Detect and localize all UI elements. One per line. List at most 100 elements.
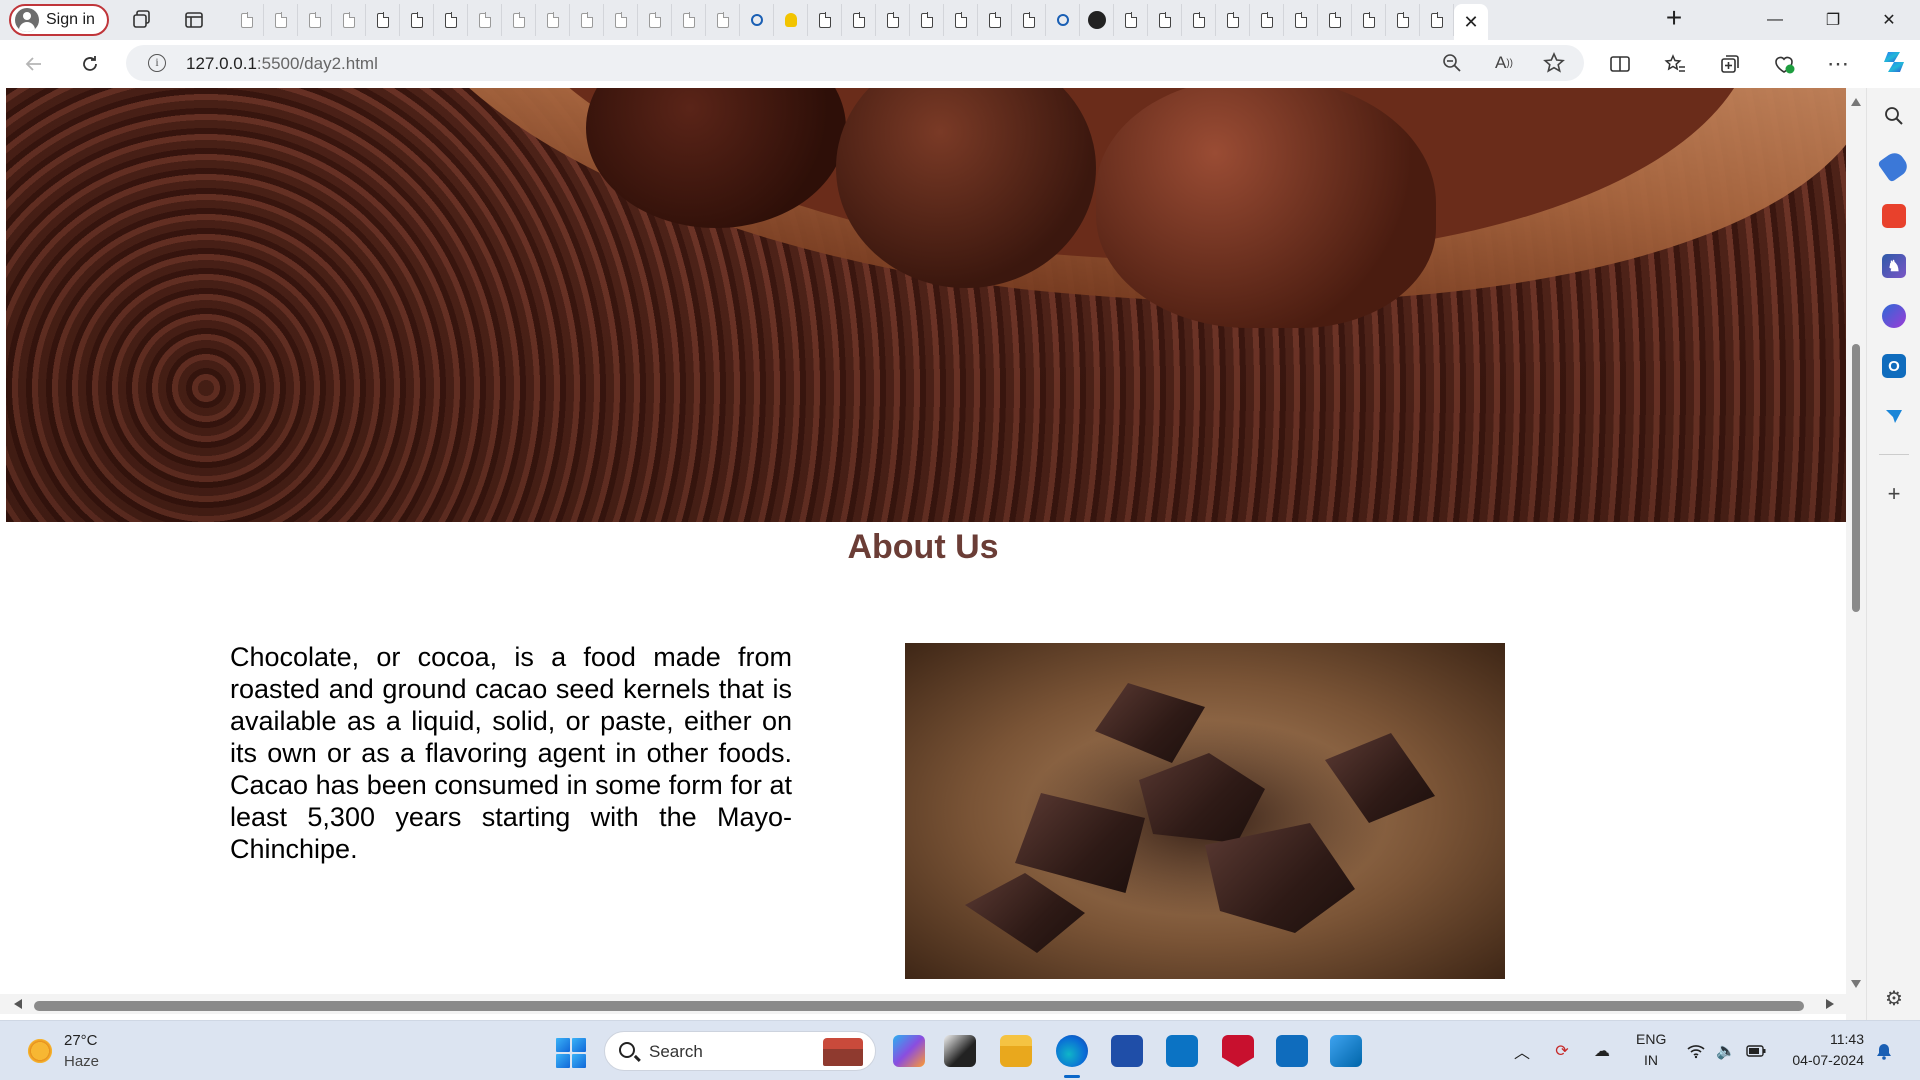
wifi-icon[interactable]: [1686, 1041, 1706, 1061]
minimize-button[interactable]: —: [1752, 6, 1798, 34]
outlook-new-icon[interactable]: [1276, 1035, 1308, 1067]
tab[interactable]: [332, 4, 366, 36]
split-screen-icon[interactable]: [1606, 50, 1634, 78]
input-region-indicator[interactable]: IN: [1636, 1052, 1666, 1068]
vscode-icon[interactable]: [1330, 1035, 1362, 1067]
collections-icon[interactable]: [1716, 50, 1744, 78]
weather-temperature[interactable]: 27°C: [64, 1032, 98, 1049]
favorite-star-icon[interactable]: [1540, 49, 1568, 77]
address-bar[interactable]: i 127.0.0.1:5500/day2.html A)): [126, 45, 1584, 81]
tab[interactable]: [1114, 4, 1148, 36]
tab[interactable]: [672, 4, 706, 36]
new-tab-button[interactable]: +: [1660, 4, 1688, 34]
taskbar-search-box[interactable]: Search: [604, 1031, 876, 1071]
tab[interactable]: [740, 4, 774, 36]
tab[interactable]: [1318, 4, 1352, 36]
network-cloud-icon[interactable]: ☁: [1592, 1041, 1612, 1061]
chess-icon[interactable]: ♞: [1882, 254, 1906, 278]
tab[interactable]: [536, 4, 570, 36]
tab[interactable]: [502, 4, 536, 36]
weather-haze-icon[interactable]: [26, 1037, 54, 1065]
horizontal-scroll-thumb[interactable]: [34, 1001, 1804, 1011]
tab[interactable]: [1420, 4, 1454, 36]
vertical-scroll-thumb[interactable]: [1852, 344, 1860, 612]
back-icon[interactable]: [20, 50, 48, 78]
tab[interactable]: [366, 4, 400, 36]
scroll-left-arrow-icon[interactable]: [14, 999, 22, 1009]
microsoft-store-icon[interactable]: [1111, 1035, 1143, 1067]
tab[interactable]: [264, 4, 298, 36]
tab[interactable]: [1386, 4, 1420, 36]
tab[interactable]: [1352, 4, 1386, 36]
tab[interactable]: [1080, 4, 1114, 36]
task-view-app-icon[interactable]: [944, 1035, 976, 1067]
more-icon[interactable]: ⋯: [1824, 50, 1852, 78]
tab[interactable]: [910, 4, 944, 36]
start-button[interactable]: [556, 1038, 586, 1068]
tab[interactable]: [468, 4, 502, 36]
language-indicator[interactable]: ENG: [1636, 1031, 1666, 1047]
settings-icon[interactable]: ⚙: [1882, 986, 1906, 1010]
clock-date[interactable]: 04-07-2024: [1768, 1052, 1864, 1068]
favorites-icon[interactable]: [1661, 50, 1689, 78]
tab[interactable]: [638, 4, 672, 36]
sync-status-icon[interactable]: ⟳: [1552, 1041, 1572, 1061]
scroll-right-arrow-icon[interactable]: [1826, 999, 1834, 1009]
battery-icon[interactable]: [1746, 1041, 1766, 1061]
tab[interactable]: [706, 4, 740, 36]
dell-app-icon[interactable]: [1166, 1035, 1198, 1067]
edge-browser-icon[interactable]: [1056, 1035, 1088, 1067]
notification-bell-icon[interactable]: [1874, 1041, 1894, 1061]
tab[interactable]: [1148, 4, 1182, 36]
tab[interactable]: [1182, 4, 1216, 36]
add-icon[interactable]: +: [1882, 481, 1906, 506]
tab[interactable]: [434, 4, 468, 36]
tab[interactable]: [842, 4, 876, 36]
show-hidden-icons-chevron-icon[interactable]: ︿: [1512, 1041, 1532, 1062]
workspaces-icon[interactable]: [130, 8, 154, 32]
scroll-down-arrow-icon[interactable]: [1851, 980, 1861, 988]
clock-time[interactable]: 11:43: [1768, 1031, 1864, 1047]
toolbox-icon[interactable]: [1882, 204, 1906, 228]
close-window-button[interactable]: ✕: [1866, 6, 1912, 34]
tab[interactable]: [1216, 4, 1250, 36]
tab[interactable]: [808, 4, 842, 36]
office-icon[interactable]: [1882, 304, 1906, 328]
restore-button[interactable]: ❐: [1810, 6, 1856, 34]
send-icon[interactable]: [1882, 404, 1906, 428]
search-icon[interactable]: [1882, 104, 1906, 128]
tab[interactable]: [876, 4, 910, 36]
tab[interactable]: [1250, 4, 1284, 36]
read-aloud-icon[interactable]: A)): [1490, 49, 1518, 77]
sign-in-button[interactable]: Sign in: [9, 4, 109, 36]
outlook-icon[interactable]: O: [1882, 354, 1906, 378]
tab[interactable]: [298, 4, 332, 36]
copilot-icon[interactable]: [1880, 48, 1908, 76]
mcafee-icon[interactable]: [1222, 1035, 1254, 1067]
tab[interactable]: [1046, 4, 1080, 36]
tab-actions-icon[interactable]: [182, 8, 206, 32]
tab[interactable]: [944, 4, 978, 36]
tab[interactable]: [230, 4, 264, 36]
zoom-out-icon[interactable]: [1438, 49, 1466, 77]
tab[interactable]: [1012, 4, 1046, 36]
tab[interactable]: [570, 4, 604, 36]
copilot-pre-app-icon[interactable]: [893, 1035, 925, 1067]
close-tab-icon[interactable]: ✕: [1463, 12, 1478, 33]
browser-essentials-icon[interactable]: [1770, 50, 1798, 78]
scroll-up-arrow-icon[interactable]: [1851, 98, 1861, 106]
tab[interactable]: [774, 4, 808, 36]
url-text[interactable]: 127.0.0.1:5500/day2.html: [186, 54, 378, 74]
weather-description[interactable]: Haze: [64, 1053, 99, 1070]
horizontal-scrollbar[interactable]: [0, 994, 1846, 1014]
refresh-icon[interactable]: [76, 50, 104, 78]
vertical-scrollbar[interactable]: [1846, 88, 1866, 1020]
tab[interactable]: [400, 4, 434, 36]
volume-icon[interactable]: 🔈: [1716, 1041, 1736, 1061]
tag-icon[interactable]: [1877, 149, 1911, 183]
file-explorer-icon[interactable]: [1000, 1035, 1032, 1067]
tab[interactable]: [1284, 4, 1318, 36]
tab[interactable]: [604, 4, 638, 36]
tab[interactable]: [978, 4, 1012, 36]
active-tab[interactable]: ✕: [1454, 4, 1488, 40]
